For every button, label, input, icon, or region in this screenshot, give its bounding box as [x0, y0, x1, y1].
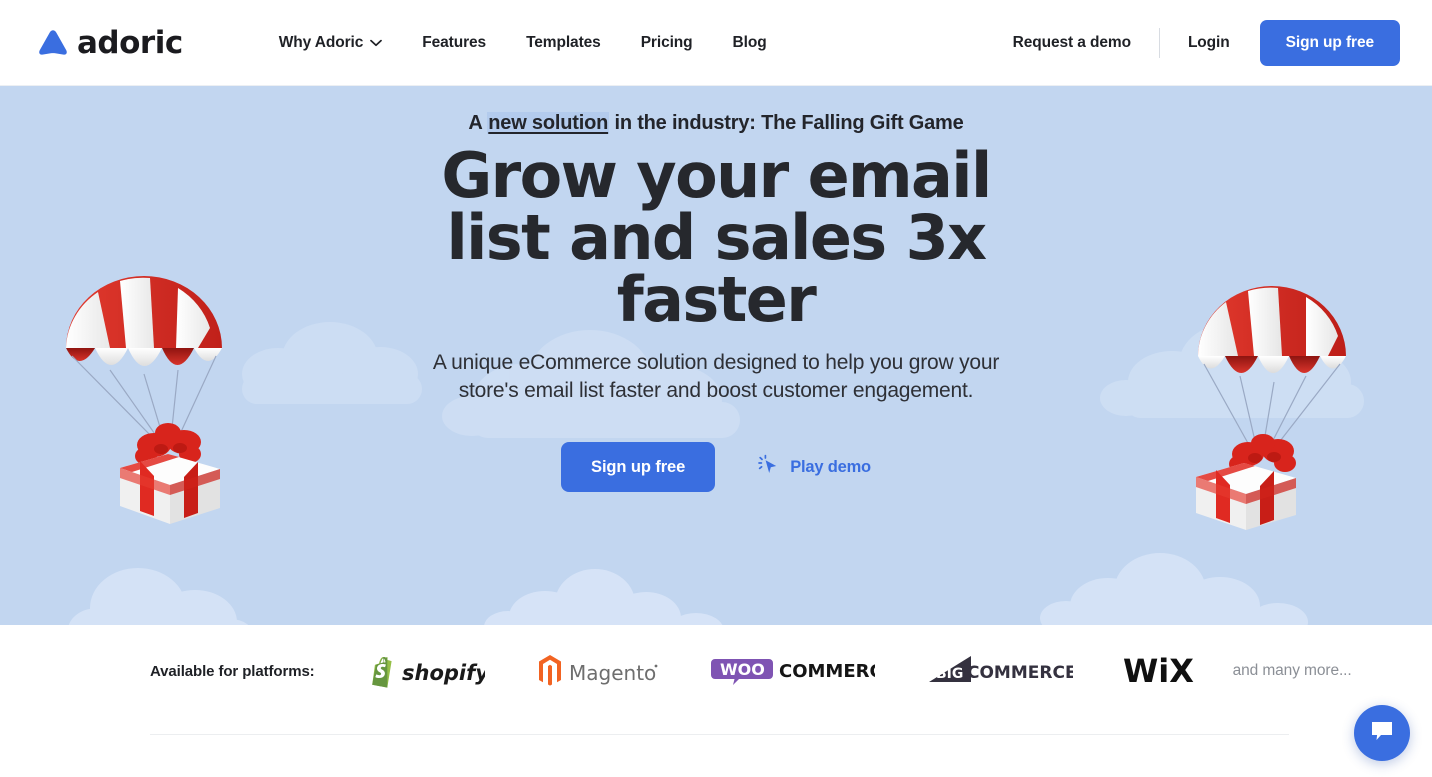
shopify-logo-icon[interactable]: shopify: [369, 653, 485, 689]
svg-text:WOO: WOO: [720, 660, 765, 679]
hero-signup-button[interactable]: Sign up free: [561, 442, 716, 493]
platforms-more-text: and many more...: [1232, 662, 1352, 679]
nav-link-why-adoric[interactable]: Why Adoric: [259, 34, 403, 52]
hero-cta-group: Sign up free Play demo: [0, 442, 1432, 493]
cursor-click-icon: [757, 454, 779, 481]
platforms-section: Available for platforms: shopify Magento: [0, 625, 1432, 777]
cloud-decoration: [68, 568, 249, 625]
play-demo-button[interactable]: Play demo: [757, 454, 871, 481]
chevron-down-icon: [370, 39, 383, 47]
nav-link-label: Features: [422, 33, 487, 51]
svg-text:Magento: Magento: [569, 661, 656, 685]
brand-name: adoric: [77, 24, 183, 61]
nav-link-features[interactable]: Features: [402, 34, 506, 52]
bigcommerce-logo-icon[interactable]: BIG COMMERCE: [927, 654, 1073, 688]
platforms-label: Available for platforms:: [150, 662, 315, 680]
navbar-actions: Request a demo Login Sign up free: [1013, 0, 1400, 86]
nav-link-label: Templates: [526, 33, 601, 51]
play-demo-label: Play demo: [790, 457, 871, 476]
svg-text:shopify: shopify: [402, 661, 485, 685]
brand-logo[interactable]: adoric: [38, 25, 183, 61]
adoric-triangle-logo-icon: [38, 29, 68, 56]
request-demo-link[interactable]: Request a demo: [1013, 34, 1131, 52]
chat-bubble-icon: [1369, 719, 1395, 748]
nav-link-label: Blog: [732, 33, 767, 51]
magento-logo-icon[interactable]: Magento: [537, 653, 659, 689]
navbar: adoric Why Adoric Features Templates Pri…: [0, 0, 1432, 86]
svg-text:WiX: WiX: [1123, 653, 1194, 689]
hero-eyebrow-after: in the industry: The Falling Gift Game: [609, 112, 964, 134]
hero-subtitle: A unique eCommerce solution designed to …: [432, 351, 1000, 403]
signup-button[interactable]: Sign up free: [1259, 20, 1400, 66]
nav-link-templates[interactable]: Templates: [506, 34, 621, 52]
woocommerce-logo-icon[interactable]: WOO COMMERCE: [710, 654, 875, 688]
hero-content: A new solution in the industry: The Fall…: [0, 86, 1432, 493]
navbar-divider: [1158, 28, 1160, 58]
nav-link-pricing[interactable]: Pricing: [621, 34, 713, 52]
platforms-row: Available for platforms: shopify Magento: [0, 625, 1432, 689]
hero-eyebrow-before: A: [468, 112, 488, 134]
nav-link-blog[interactable]: Blog: [713, 34, 787, 52]
login-link[interactable]: Login: [1188, 34, 1230, 52]
svg-text:BIG: BIG: [936, 666, 963, 682]
nav-link-label: Why Adoric: [278, 33, 364, 51]
hero-eyebrow-highlight: new solution: [487, 112, 610, 134]
cloud-decoration: [484, 569, 723, 625]
nav-links: Why Adoric Features Templates Pricing Bl…: [259, 34, 787, 52]
section-divider: [150, 734, 1289, 735]
svg-text:COMMERCE: COMMERCE: [779, 661, 875, 682]
cloud-decoration: [1040, 553, 1308, 625]
hero-eyebrow: A new solution in the industry: The Fall…: [0, 112, 1432, 135]
hero-title: Grow your email list and sales 3x faster: [441, 139, 992, 336]
svg-text:COMMERCE: COMMERCE: [967, 663, 1073, 683]
chat-widget-button[interactable]: [1354, 705, 1410, 761]
wix-logo-icon[interactable]: WiX: [1123, 653, 1201, 689]
hero-section: A new solution in the industry: The Fall…: [0, 86, 1432, 625]
nav-link-label: Pricing: [640, 33, 693, 51]
